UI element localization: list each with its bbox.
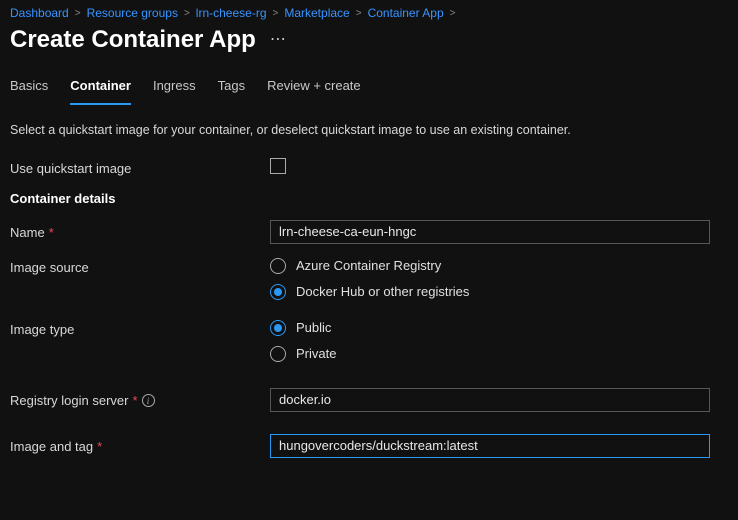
radio-label: Docker Hub or other registries — [296, 284, 469, 299]
radio-label: Private — [296, 346, 336, 361]
more-icon[interactable]: ⋯ — [270, 29, 288, 51]
chevron-right-icon: > — [184, 8, 190, 19]
radio-label: Azure Container Registry — [296, 258, 441, 273]
radio-icon — [270, 258, 286, 274]
section-container-details: Container details — [10, 191, 728, 206]
breadcrumb-link[interactable]: Resource groups — [87, 6, 178, 20]
breadcrumb-link[interactable]: Marketplace — [284, 6, 349, 20]
chevron-right-icon: > — [273, 8, 279, 19]
breadcrumb: Dashboard > Resource groups > lrn-cheese-r… — [10, 4, 728, 26]
tab-ingress[interactable]: Ingress — [153, 72, 196, 105]
page-title: Create Container App — [10, 26, 256, 54]
quickstart-checkbox[interactable] — [270, 158, 286, 174]
info-icon[interactable]: i — [142, 394, 155, 407]
row-name: Name * — [10, 220, 728, 244]
radio-private[interactable]: Private — [270, 346, 728, 362]
breadcrumb-link[interactable]: lrn-cheese-rg — [196, 6, 267, 20]
registry-label: Registry login server — [10, 393, 129, 408]
row-registry: Registry login server * i — [10, 388, 728, 412]
quickstart-label: Use quickstart image — [10, 159, 270, 176]
radio-label: Public — [296, 320, 331, 335]
radio-dockerhub[interactable]: Docker Hub or other registries — [270, 284, 728, 300]
name-input[interactable] — [270, 220, 710, 244]
registry-input[interactable] — [270, 388, 710, 412]
tabs: Basics Container Ingress Tags Review + c… — [10, 72, 728, 105]
row-image-tag: Image and tag * — [10, 434, 728, 458]
radio-acr[interactable]: Azure Container Registry — [270, 258, 728, 274]
image-source-group: Azure Container Registry Docker Hub or o… — [270, 258, 728, 300]
breadcrumb-link[interactable]: Dashboard — [10, 6, 69, 20]
row-image-type: Image type Public Private — [10, 320, 728, 362]
intro-text: Select a quickstart image for your conta… — [10, 121, 728, 140]
required-icon: * — [133, 393, 138, 408]
image-tag-label: Image and tag — [10, 439, 93, 454]
row-quickstart: Use quickstart image — [10, 158, 728, 177]
radio-icon — [270, 320, 286, 336]
radio-icon — [270, 346, 286, 362]
image-tag-input[interactable] — [270, 434, 710, 458]
chevron-right-icon: > — [356, 8, 362, 19]
tab-tags[interactable]: Tags — [218, 72, 245, 105]
chevron-right-icon: > — [450, 8, 456, 19]
row-image-source: Image source Azure Container Registry Do… — [10, 258, 728, 300]
tab-review-create[interactable]: Review + create — [267, 72, 361, 105]
radio-icon — [270, 284, 286, 300]
required-icon: * — [97, 439, 102, 454]
image-type-label: Image type — [10, 320, 270, 337]
name-label: Name — [10, 225, 45, 240]
title-row: Create Container App ⋯ — [10, 26, 728, 72]
required-icon: * — [49, 225, 54, 240]
tab-basics[interactable]: Basics — [10, 72, 48, 105]
image-type-group: Public Private — [270, 320, 728, 362]
chevron-right-icon: > — [75, 8, 81, 19]
radio-public[interactable]: Public — [270, 320, 728, 336]
tab-container[interactable]: Container — [70, 72, 131, 105]
image-source-label: Image source — [10, 258, 270, 275]
breadcrumb-link[interactable]: Container App — [368, 6, 444, 20]
